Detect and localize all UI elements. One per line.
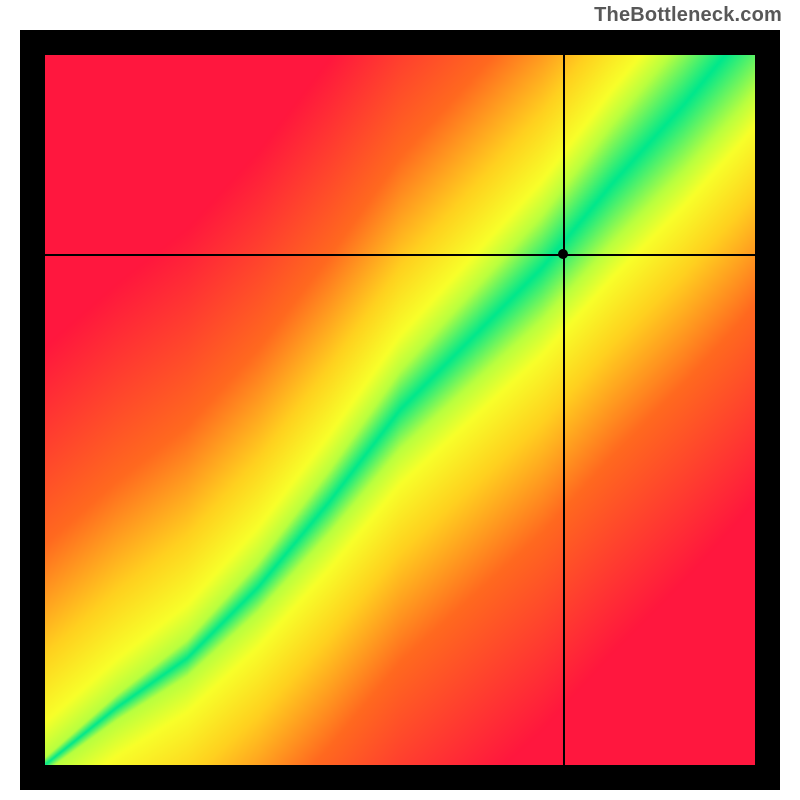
heatmap-plot bbox=[45, 55, 755, 765]
heatmap-canvas bbox=[45, 55, 755, 765]
data-point-marker bbox=[558, 249, 568, 259]
crosshair-vertical bbox=[563, 55, 565, 765]
attribution-text: TheBottleneck.com bbox=[594, 4, 782, 27]
chart-frame bbox=[20, 30, 780, 790]
crosshair-horizontal bbox=[45, 254, 755, 256]
